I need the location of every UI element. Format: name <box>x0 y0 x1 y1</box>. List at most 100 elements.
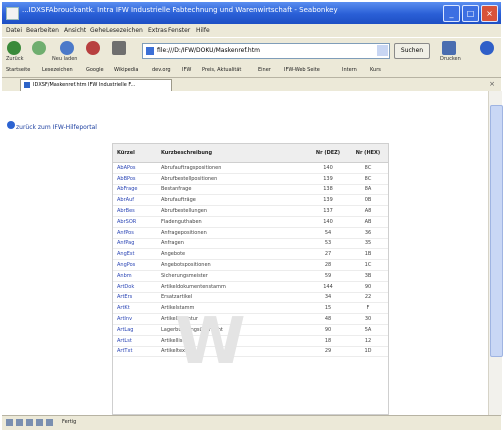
cell-nr-hex: 30 <box>348 313 388 325</box>
menu-tools[interactable]: Extras <box>148 27 167 34</box>
minimize-button[interactable]: _ <box>443 5 460 22</box>
link-3[interactable]: Wikipedia <box>114 67 138 73</box>
menu-go[interactable]: Gehe <box>90 27 106 34</box>
cell-nr-hex: 3B <box>348 270 388 282</box>
cell-code[interactable]: AngEst <box>113 248 157 261</box>
status-icon-4 <box>36 419 43 426</box>
cell-code[interactable]: ArtLag <box>113 324 157 336</box>
menu-bookmarks[interactable]: Lesezeichen <box>106 27 143 34</box>
table-row: AbFrage Bestanfrage 138 8A <box>113 184 388 196</box>
cell-nr-dez: 34 <box>308 292 348 304</box>
forward-icon[interactable] <box>32 41 46 55</box>
cell-nr-dez: 139 <box>308 194 348 207</box>
reload-icon[interactable] <box>60 41 74 55</box>
cell-code[interactable]: ArtLst <box>113 335 157 347</box>
table-row: AngEst Angebote 27 1B <box>113 248 388 261</box>
cell-code[interactable]: ArtKt <box>113 302 157 315</box>
cell-code[interactable]: Anbm <box>113 270 157 282</box>
throbber-icon <box>480 41 494 55</box>
navigation-toolbar: Zurück Neu laden file:///D:/IFW/DOKU/Mas… <box>2 37 501 65</box>
address-dropdown-icon[interactable] <box>377 45 388 56</box>
link-6[interactable]: Preis, Aktualität <box>202 67 241 73</box>
cell-nr-hex: A8 <box>348 205 388 217</box>
cell-code[interactable]: AbrAuf <box>113 194 157 207</box>
stop-icon[interactable] <box>86 41 100 55</box>
cell-nr-dez: 15 <box>308 302 348 315</box>
cell-description: Anfragen <box>157 238 308 250</box>
cell-code[interactable]: AnfPos <box>113 227 157 239</box>
reload-label: Neu laden <box>52 56 78 62</box>
home-icon[interactable] <box>112 41 126 55</box>
table-row: AngPos Angebotspositionen 28 1C <box>113 259 388 271</box>
link-9[interactable]: Intern <box>342 67 357 73</box>
cell-nr-dez: 90 <box>308 324 348 336</box>
cell-nr-hex: 1D <box>348 346 388 358</box>
cell-code[interactable]: AbBPos <box>113 173 157 185</box>
cell-code[interactable]: ArtTxt <box>113 346 157 358</box>
link-10[interactable]: Kurs <box>370 67 381 73</box>
cell-code[interactable]: AnfPag <box>113 238 157 250</box>
col-header-kuerzel: Kürzel <box>113 144 157 163</box>
scrollbar-thumb[interactable] <box>490 105 503 357</box>
status-icon-1 <box>6 419 13 426</box>
link-4[interactable]: dev.org <box>152 67 171 73</box>
cell-nr-dez: 144 <box>308 281 348 293</box>
link-1[interactable]: Lesezeichen <box>42 67 73 73</box>
cell-code[interactable]: ArtErs <box>113 292 157 304</box>
table-row: AbBPos Abrufbestellpositionen 139 8C <box>113 173 388 185</box>
cell-nr-hex: 22 <box>348 292 388 304</box>
cell-nr-hex: 8C <box>348 162 388 174</box>
menu-file[interactable]: Datei <box>6 27 22 34</box>
cell-description: Anfragepositionen <box>157 227 308 239</box>
back-to-portal-link[interactable]: zurück zum IFW-Hilfeportal <box>16 124 97 131</box>
cell-description: Fladenguthaben <box>157 216 308 228</box>
back-icon[interactable] <box>7 41 21 55</box>
menu-bar: Datei Bearbeiten Ansicht Gehe Lesezeiche… <box>2 24 501 37</box>
table-row: ArtKt Artikelstamm 15 F <box>113 302 388 315</box>
table-row: AbrBes Abrufbestellungen 137 A8 <box>113 205 388 217</box>
back-arrow-icon[interactable] <box>7 121 15 129</box>
table-row: AbrAuf Abrufaufträge 139 0B <box>113 194 388 207</box>
title-bar: ...IDXSFAbrouckantk. Intra IFW Industrie… <box>2 2 501 24</box>
print-icon[interactable] <box>442 41 456 55</box>
link-7[interactable]: Einer <box>258 67 271 73</box>
cell-code[interactable]: AbFrage <box>113 184 157 196</box>
table-row: ArtLag Lagerbuchungsübersicht 90 5A <box>113 324 388 336</box>
menu-window[interactable]: Fenster <box>168 27 190 34</box>
cell-nr-hex: AB <box>348 216 388 228</box>
vertical-scrollbar[interactable] <box>488 91 503 415</box>
menu-help[interactable]: Hilfe <box>196 27 210 34</box>
menu-view[interactable]: Ansicht <box>64 27 86 34</box>
page-icon <box>146 46 154 55</box>
menu-edit[interactable]: Bearbeiten <box>26 27 59 34</box>
search-button[interactable]: Suchen <box>394 43 430 59</box>
link-8[interactable]: IFW-Web Seite <box>284 67 320 73</box>
table-body: AbAPos Abrufauftragspositionen 140 8C AbBPos… <box>113 162 388 358</box>
link-5[interactable]: IFW <box>182 67 191 73</box>
link-0[interactable]: Startseite <box>6 67 30 73</box>
window-title: ...IDXSFAbrouckantk. Intra IFW Industrie… <box>22 6 338 14</box>
links-toolbar: Startseite Lesezeichen Google Wikipedia … <box>2 64 501 78</box>
cell-description: Bestanfrage <box>157 184 308 196</box>
table-row: Anbm Sicherungsmeister 59 3B <box>113 270 388 282</box>
cell-nr-dez: 18 <box>308 335 348 347</box>
cell-code[interactable]: AngPos <box>113 259 157 271</box>
cell-nr-hex: 8C <box>348 173 388 185</box>
tab-close-icon[interactable]: × <box>489 80 495 88</box>
cell-code[interactable]: ArtInv <box>113 313 157 325</box>
address-bar[interactable]: file:///D:/IFW/DOKU/Maskenref.htm <box>142 43 390 59</box>
table-row: AnfPag Anfragen 53 35 <box>113 238 388 250</box>
close-button[interactable]: × <box>481 5 498 22</box>
link-2[interactable]: Google <box>86 67 104 73</box>
cell-code[interactable]: ArtDok <box>113 281 157 293</box>
table-row: ArtInv Artikelinventur 48 30 <box>113 313 388 325</box>
cell-code[interactable]: AbAPos <box>113 162 157 174</box>
col-header-bezeichnung: Kurzbeschreibung <box>157 144 308 163</box>
cell-code[interactable]: AbrSOR <box>113 216 157 228</box>
status-icon-2 <box>16 419 23 426</box>
cell-code[interactable]: AbrBes <box>113 205 157 217</box>
cell-nr-dez: 139 <box>308 173 348 185</box>
tab-label: IDXSF/Maskenref.htm IFW Industrielle F..… <box>33 82 136 88</box>
maximize-button[interactable]: □ <box>462 5 479 22</box>
cell-nr-dez: 29 <box>308 346 348 358</box>
